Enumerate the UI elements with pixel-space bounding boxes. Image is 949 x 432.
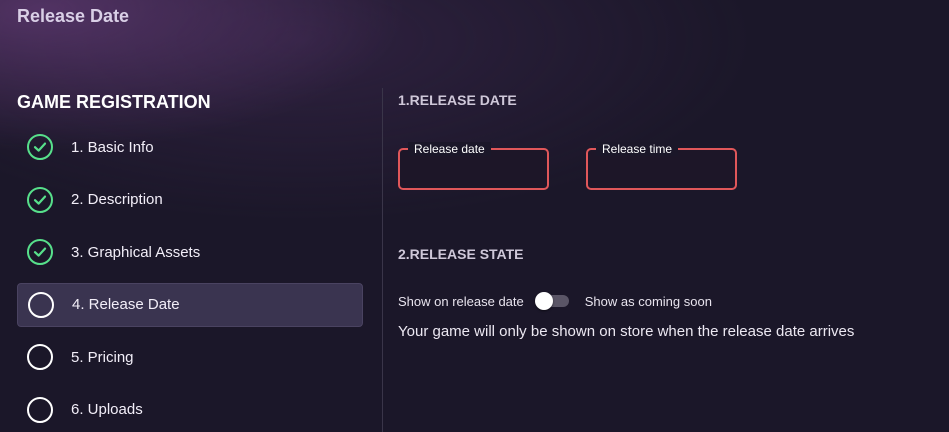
registration-sidebar: GAME REGISTRATION 1. Basic Info 2. Descr… — [17, 90, 363, 432]
check-circle-icon — [27, 239, 53, 265]
vertical-divider — [382, 88, 383, 432]
release-date-input[interactable] — [400, 150, 547, 188]
show-as-coming-soon-label: Show as coming soon — [584, 293, 712, 309]
step-label: 5. Pricing — [71, 348, 134, 366]
step-uploads[interactable]: 6. Uploads — [17, 388, 363, 432]
step-graphical-assets[interactable]: 3. Graphical Assets — [17, 230, 363, 274]
step-label: 1. Basic Info — [71, 138, 154, 156]
step-basic-info[interactable]: 1. Basic Info — [17, 125, 363, 169]
step-release-date[interactable]: 4. Release Date — [17, 282, 363, 327]
sidebar-heading: GAME REGISTRATION — [17, 92, 211, 112]
toggle-thumb — [534, 292, 553, 310]
release-time-field[interactable]: Release time — [586, 142, 737, 190]
empty-circle-icon — [28, 291, 54, 318]
step-description[interactable]: 2. Description — [17, 178, 363, 222]
check-circle-icon — [27, 134, 53, 160]
show-on-release-date-label: Show on release date — [398, 293, 524, 309]
release-date-heading: 1.RELEASE DATE — [398, 92, 517, 108]
step-pricing[interactable]: 5. Pricing — [17, 335, 363, 379]
release-time-input[interactable] — [588, 150, 735, 188]
release-state-heading: 2.RELEASE STATE — [398, 246, 524, 262]
release-state-toggle-row: Show on release date Show as coming soon — [398, 292, 712, 310]
empty-circle-icon — [27, 344, 53, 370]
step-label: 6. Uploads — [71, 401, 143, 418]
release-date-field[interactable]: Release date — [398, 142, 549, 190]
release-state-info: Your game will only be shown on store wh… — [398, 323, 855, 340]
step-label: 3. Graphical Assets — [71, 243, 201, 261]
step-list: 1. Basic Info 2. Description 3. Graphica… — [17, 125, 363, 432]
empty-circle-icon — [27, 396, 53, 423]
step-label: 4. Release Date — [72, 296, 180, 313]
step-label: 2. Description — [71, 191, 163, 208]
page-title: Release Date — [17, 6, 130, 26]
release-state-toggle[interactable] — [533, 292, 569, 310]
check-circle-icon — [27, 186, 53, 213]
